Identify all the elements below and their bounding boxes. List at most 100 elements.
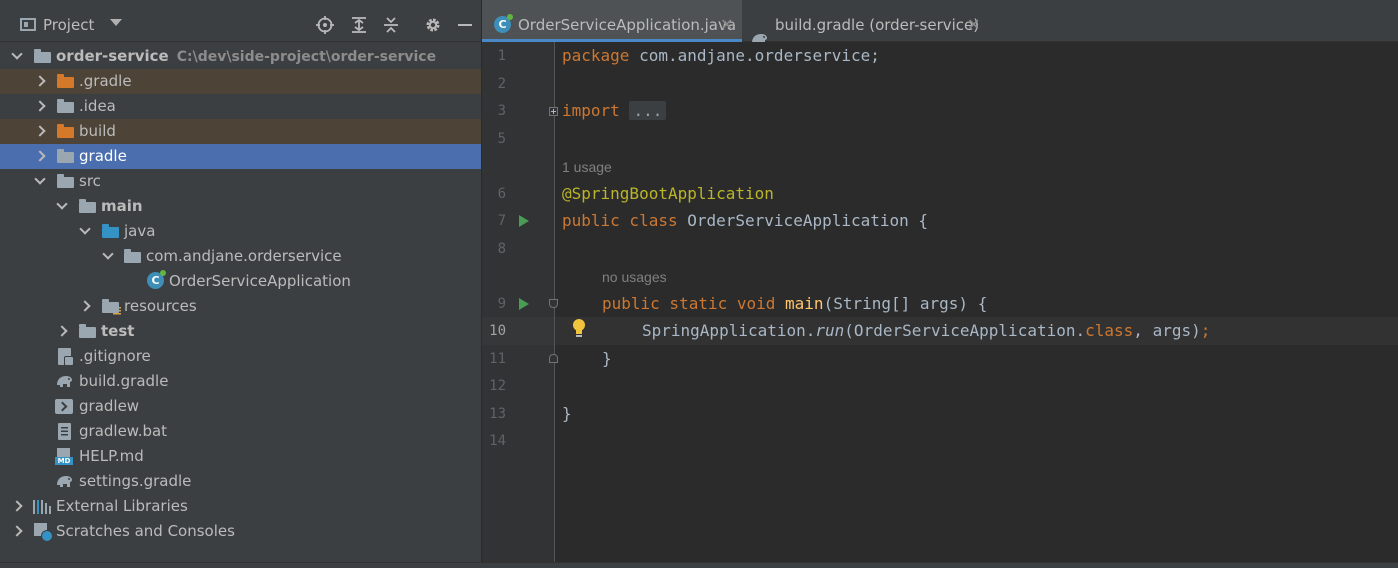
tree-item-gradlew[interactable]: gradlew (0, 394, 481, 419)
editor-tabs: C OrderServiceApplication.java ✕ build.g… (482, 0, 1398, 45)
usage-hint[interactable]: no usages (602, 267, 667, 287)
tree-item-label: build.gradle (79, 372, 169, 390)
chevron-right-icon[interactable] (33, 69, 47, 94)
run-icon[interactable] (519, 215, 529, 227)
java-class-icon: C (494, 14, 513, 33)
project-view-title[interactable]: Project (43, 16, 94, 34)
gitignore-file-icon (58, 348, 74, 366)
tab-orderserviceapplication-java[interactable]: C OrderServiceApplication.java ✕ (482, 0, 742, 42)
line-number: 14 (489, 433, 506, 449)
tree-item-main[interactable]: main (0, 194, 481, 219)
chevron-right-icon[interactable] (10, 519, 24, 544)
package-icon (124, 249, 142, 264)
tree-item-src[interactable]: src (0, 169, 481, 194)
tree-item-gradlew-bat[interactable]: gradlew.bat (0, 419, 481, 444)
usage-hint[interactable]: 1 usage (562, 157, 612, 177)
project-toolbar: Project (0, 0, 481, 42)
excluded-folder-icon (57, 74, 75, 89)
tree-item-dot-gradle[interactable]: .gradle (0, 69, 481, 94)
tree-item-label: settings.gradle (79, 472, 192, 490)
line-number: 12 (489, 378, 506, 394)
line-number: 3 (497, 103, 506, 119)
module-folder-icon (34, 49, 52, 64)
tree-root-order-service[interactable]: order-service C:\dev\side-project\order-s… (0, 44, 481, 69)
line-number: 8 (497, 241, 506, 257)
tree-item-label: main (101, 197, 143, 215)
library-icon (33, 499, 51, 514)
tree-item-label: build (79, 122, 116, 140)
module-folder-icon (79, 324, 97, 339)
tree-item-java[interactable]: java (0, 219, 481, 244)
chevron-down-icon[interactable] (110, 19, 122, 26)
folder-icon (57, 149, 75, 164)
tree-item-dot-idea[interactable]: .idea (0, 94, 481, 119)
folded-imports[interactable]: ... (629, 101, 667, 120)
source-folder-icon (102, 224, 120, 239)
tree-item-resources[interactable]: resources (0, 294, 481, 319)
tree-item-label: .gradle (79, 72, 132, 90)
line-number: 1 (497, 48, 506, 64)
tree-item-orderserviceapplication[interactable]: C OrderServiceApplication (0, 269, 481, 294)
tree-item-package[interactable]: com.andjane.orderservice (0, 244, 481, 269)
gradle-elephant-icon (55, 473, 74, 489)
tree-item-gitignore[interactable]: .gitignore (0, 344, 481, 369)
line-number: 11 (489, 351, 506, 367)
chevron-right-icon[interactable] (10, 494, 24, 519)
code-line-6: @SpringBootApplication (562, 184, 774, 203)
expand-all-icon[interactable] (350, 16, 368, 34)
chevron-down-icon[interactable] (101, 244, 115, 269)
line-number: 6 (497, 186, 506, 202)
excluded-folder-icon (57, 124, 75, 139)
chevron-down-icon[interactable] (10, 44, 24, 69)
code-line-10: SpringApplication.run(OrderServiceApplic… (642, 321, 1211, 340)
tab-build-gradle[interactable]: build.gradle (order-service) ✕ (744, 0, 984, 45)
fold-end-icon[interactable] (549, 354, 558, 363)
code-line-1: package com.andjane.orderservice; (562, 46, 880, 65)
tree-item-label: com.andjane.orderservice (146, 247, 342, 265)
project-panel-icon[interactable] (20, 18, 36, 31)
chevron-right-icon[interactable] (33, 94, 47, 119)
line-number-current: 10 (489, 323, 506, 339)
tree-item-build-gradle[interactable]: build.gradle (0, 369, 481, 394)
chevron-down-icon[interactable] (55, 194, 69, 219)
chevron-right-icon[interactable] (55, 319, 69, 344)
locate-icon[interactable] (316, 16, 334, 34)
chevron-right-icon[interactable] (33, 144, 47, 169)
tree-item-build[interactable]: build (0, 119, 481, 144)
project-tree: order-service C:\dev\side-project\order-s… (0, 44, 481, 544)
tree-item-label: order-service (56, 47, 169, 65)
tree-item-test[interactable]: test (0, 319, 481, 344)
chevron-right-icon[interactable] (33, 119, 47, 144)
tree-item-label: OrderServiceApplication (169, 272, 351, 290)
tree-item-label: .idea (79, 97, 116, 115)
tree-item-scratches[interactable]: Scratches and Consoles (0, 519, 481, 544)
lightbulb-icon[interactable] (571, 319, 587, 341)
folder-icon (57, 99, 75, 114)
tree-item-gradle[interactable]: gradle (0, 144, 481, 169)
tree-item-label: gradle (79, 147, 127, 165)
code-line-13: } (562, 404, 572, 423)
markdown-file-icon: MD (55, 448, 73, 465)
line-number: 5 (497, 131, 506, 147)
fold-expand-icon[interactable] (549, 107, 558, 116)
chevron-down-icon[interactable] (33, 169, 47, 194)
terminal-file-icon (55, 399, 73, 414)
chevron-down-icon[interactable] (78, 219, 92, 244)
tree-item-help-md[interactable]: MD HELP.md (0, 444, 481, 469)
scratches-icon (34, 523, 53, 542)
tree-item-label: Scratches and Consoles (56, 522, 235, 540)
code-line-7: public class OrderServiceApplication { (562, 211, 929, 230)
collapse-all-icon[interactable] (382, 16, 400, 34)
fold-collapse-icon[interactable] (549, 299, 558, 308)
line-number: 2 (497, 76, 506, 92)
gear-icon[interactable] (424, 16, 442, 34)
tree-item-external-libraries[interactable]: External Libraries (0, 494, 481, 519)
hide-icon[interactable] (456, 16, 474, 34)
code-line-3: import ... (562, 97, 667, 125)
run-icon[interactable] (519, 298, 529, 310)
project-tool-window: Project order-service C:\dev\side-project… (0, 0, 482, 562)
bottom-status-strip (0, 562, 1398, 568)
chevron-right-icon[interactable] (78, 294, 92, 319)
tree-item-settings-gradle[interactable]: settings.gradle (0, 469, 481, 494)
line-number: 7 (497, 213, 506, 229)
